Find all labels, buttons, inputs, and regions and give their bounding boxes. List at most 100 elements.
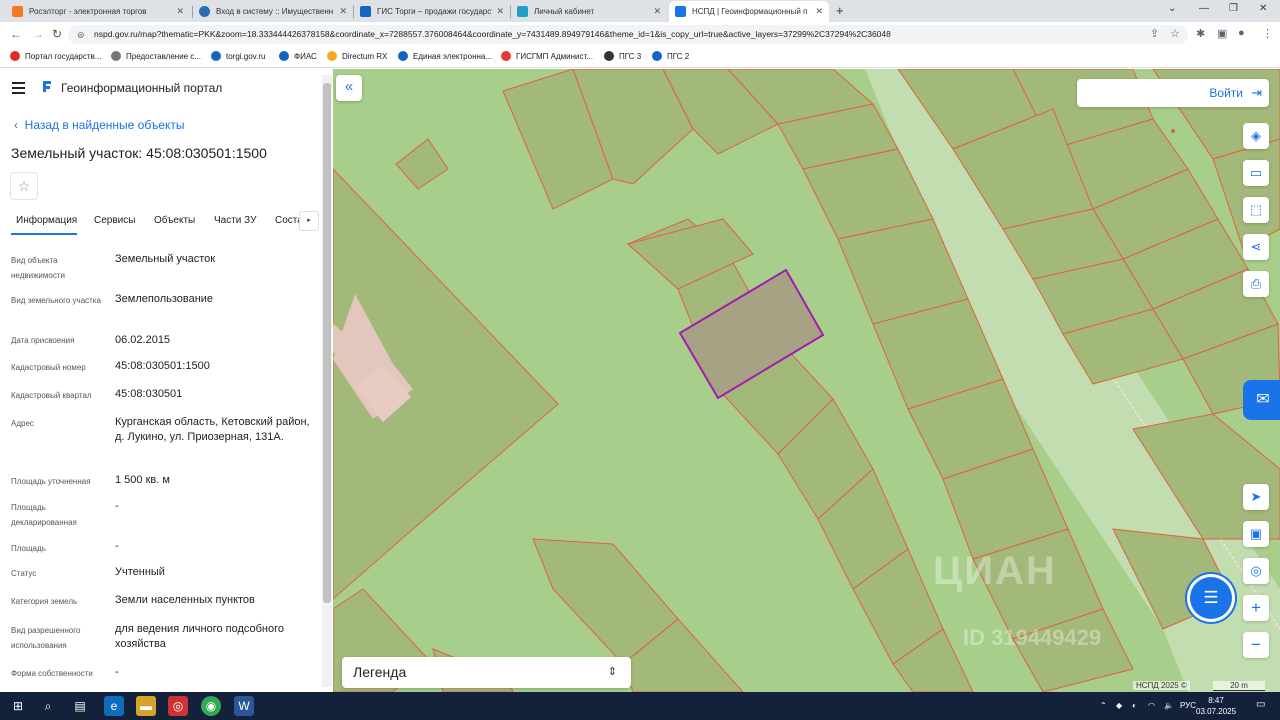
- tray-network-icon[interactable]: ◐: [1132, 701, 1137, 710]
- map-canvas[interactable]: ЦИАН ID 319449429 « Войти ⇥ ◈ ▭ ⬚ ⋖ ⎙ ✉ ➤…: [333, 69, 1280, 692]
- scrollbar-thumb[interactable]: [323, 83, 331, 603]
- chrome-icon[interactable]: ◉: [201, 696, 221, 716]
- bookmark[interactable]: ПГС 2: [652, 51, 689, 61]
- browser-toolbar: ← → ↻ ⊜ nspd.gov.ru/map?thematic=PKK&zoo…: [0, 22, 1280, 47]
- reload-icon[interactable]: ↻: [52, 27, 62, 41]
- chat-bubble-icon[interactable]: ☰: [1190, 577, 1232, 619]
- bookmark[interactable]: Портал государств...: [10, 51, 101, 61]
- tray-app-icon[interactable]: ◆: [1116, 701, 1122, 710]
- login-icon: ⇥: [1251, 85, 1262, 100]
- bookmark[interactable]: Предоставление с...: [111, 51, 201, 61]
- bookmark[interactable]: Единая электронна...: [398, 51, 492, 61]
- tab-services[interactable]: Сервисы: [94, 215, 135, 226]
- tab-property-login[interactable]: Вход в систему :: Имущественн ✕: [193, 1, 353, 22]
- forward-icon[interactable]: →: [32, 27, 44, 41]
- bookmark[interactable]: ПГС 3: [604, 51, 641, 61]
- close-window-icon[interactable]: ✕: [1259, 3, 1267, 14]
- wifi-icon[interactable]: ◠: [1148, 701, 1155, 710]
- back-to-results-link[interactable]: ‹ Назад в найденные объекты: [14, 118, 185, 132]
- menu-icon[interactable]: ⋮: [1262, 27, 1273, 40]
- bookmark[interactable]: torgi.gov.ru: [211, 51, 265, 61]
- bookmark[interactable]: Directum RX: [327, 51, 387, 61]
- close-icon[interactable]: ✕: [653, 6, 661, 17]
- maximize-icon[interactable]: ❐: [1229, 3, 1238, 14]
- tab-parts[interactable]: Части ЗУ: [214, 215, 256, 226]
- url-text: nspd.gov.ru/map?thematic=PKK&zoom=18.333…: [94, 29, 891, 39]
- locate-icon[interactable]: ➤: [1243, 484, 1269, 510]
- layers-icon[interactable]: ◈: [1243, 123, 1269, 149]
- clock[interactable]: 8:47 03.07.2025: [1196, 695, 1236, 717]
- bookmarks-bar: Портал государств... Предоставление с...…: [0, 47, 1280, 68]
- app-icon[interactable]: ◎: [168, 696, 188, 716]
- close-icon[interactable]: ✕: [815, 6, 823, 17]
- directum-icon: [327, 51, 337, 61]
- extensions-icon[interactable]: ✱: [1196, 27, 1205, 40]
- windows-start-icon[interactable]: ⊞: [8, 696, 28, 716]
- close-icon[interactable]: ✕: [176, 6, 184, 17]
- back-icon[interactable]: ←: [10, 27, 22, 41]
- tab-information[interactable]: Информация: [16, 215, 77, 226]
- login-button[interactable]: Войти ⇥: [1077, 79, 1269, 107]
- property-label: Категория земель: [11, 597, 78, 606]
- zoom-out-icon[interactable]: −: [1243, 632, 1269, 658]
- tab-roseltorg[interactable]: Росэлторг - электронная торгов ✕: [6, 1, 190, 22]
- sidebar-scrollbar[interactable]: [322, 75, 332, 687]
- map-copyright: НСПД 2025 ©: [1133, 681, 1190, 690]
- browser-chrome: Росэлторг - электронная торгов ✕ Вход в …: [0, 0, 1280, 68]
- volume-icon[interactable]: 🔈: [1164, 701, 1174, 710]
- profile-icon[interactable]: ●: [1238, 27, 1245, 39]
- minimap-icon[interactable]: ▣: [1243, 521, 1269, 547]
- minimize-icon[interactable]: —: [1199, 3, 1209, 14]
- close-icon[interactable]: ✕: [496, 6, 504, 17]
- nspd-icon: [675, 6, 686, 17]
- tab-search-icon[interactable]: ⌄: [1168, 3, 1176, 14]
- tabs-next-arrow-icon[interactable]: ▸: [299, 211, 319, 231]
- bookmark[interactable]: ГИСГМП Админист...: [501, 51, 593, 61]
- new-tab-button[interactable]: +: [836, 3, 844, 18]
- geolocation-icon[interactable]: ◎: [1243, 558, 1269, 584]
- collapse-panel-icon[interactable]: «: [336, 75, 362, 101]
- property-value: для ведения личного подсобного хозяйства: [115, 623, 285, 650]
- tray-arrow-icon[interactable]: ⌃: [1100, 701, 1107, 710]
- edge-icon[interactable]: e: [104, 696, 124, 716]
- notifications-icon[interactable]: ▭: [1256, 699, 1265, 710]
- property-value: 45:08:030501: [115, 388, 183, 400]
- share-icon[interactable]: ⋖: [1243, 234, 1269, 260]
- share-icon[interactable]: ⇪: [1150, 27, 1159, 40]
- tab-gis-torgi[interactable]: ГИС Торги – продажи государст ✕: [354, 1, 510, 22]
- close-icon[interactable]: ✕: [339, 6, 347, 17]
- property-label: Вид земельного участка: [11, 296, 101, 305]
- tab-title: ГИС Торги – продажи государст: [377, 7, 493, 16]
- area-select-icon[interactable]: ⬚: [1243, 197, 1269, 223]
- property-label: Вид разрешенного использования: [11, 626, 81, 650]
- print-icon[interactable]: ⎙: [1243, 271, 1269, 297]
- address-bar[interactable]: ⊜ nspd.gov.ru/map?thematic=PKK&zoom=18.3…: [68, 25, 1188, 44]
- word-icon[interactable]: W: [234, 696, 254, 716]
- emblem-icon: [398, 51, 408, 61]
- tab-personal-cabinet[interactable]: Личный кабинет ✕: [511, 1, 667, 22]
- legend-dropdown[interactable]: Легенда ⇕: [342, 657, 631, 688]
- sidepanel-icon[interactable]: ▣: [1217, 27, 1227, 40]
- favorite-star-icon[interactable]: ☆: [10, 172, 38, 200]
- menu-hamburger-icon[interactable]: [12, 82, 25, 97]
- tab-objects[interactable]: Объекты: [154, 215, 195, 226]
- scale-bar: 20 m: [1213, 681, 1265, 691]
- cadastral-map[interactable]: [333, 69, 1280, 692]
- cabinet-icon: [517, 6, 528, 17]
- search-icon[interactable]: ⌕: [38, 696, 58, 716]
- chat-support-icon[interactable]: ✉: [1243, 380, 1280, 420]
- ruler-icon[interactable]: ▭: [1243, 160, 1269, 186]
- property-label: Вид объекта недвижимости: [11, 256, 65, 280]
- language-indicator[interactable]: РУС: [1180, 701, 1196, 710]
- globe-icon: [111, 51, 121, 61]
- site-info-icon[interactable]: ⊜: [77, 26, 85, 44]
- property-label: Дата присвоения: [11, 336, 75, 345]
- bookmark[interactable]: ФИАС: [279, 51, 317, 61]
- property-label: Площадь уточненная: [11, 477, 91, 486]
- file-explorer-icon[interactable]: ▬: [136, 696, 156, 716]
- zoom-in-icon[interactable]: +: [1243, 595, 1269, 621]
- bookmark-star-icon[interactable]: ☆: [1170, 27, 1180, 40]
- task-view-icon[interactable]: ▤: [70, 696, 90, 716]
- property-value: Земельный участок: [115, 253, 216, 265]
- tab-nspd[interactable]: НСПД | Геоинформационный п ✕: [669, 1, 829, 22]
